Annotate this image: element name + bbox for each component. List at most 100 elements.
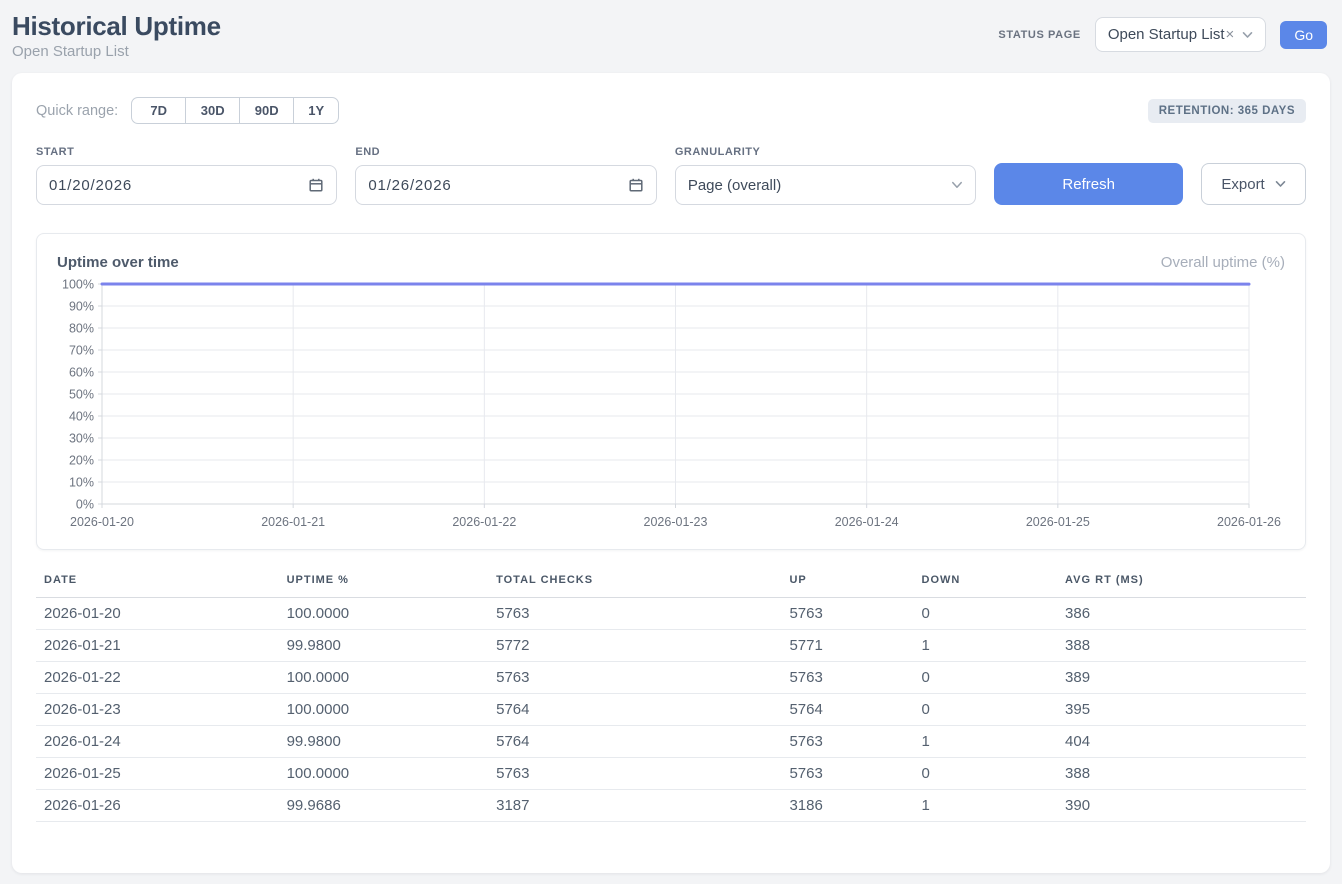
table-cell: 2026-01-21 bbox=[36, 630, 279, 662]
end-label: END bbox=[355, 146, 656, 158]
start-date-value: 01/20/2026 bbox=[49, 177, 132, 194]
quick-range-1y-button[interactable]: 1Y bbox=[293, 97, 339, 124]
table-cell: 388 bbox=[1057, 758, 1306, 790]
column-header-uptime: UPTIME % bbox=[279, 566, 489, 598]
svg-text:60%: 60% bbox=[69, 366, 94, 380]
table-cell: 5771 bbox=[781, 630, 913, 662]
svg-text:20%: 20% bbox=[69, 454, 94, 468]
column-header-avg-rt: AVG RT (MS) bbox=[1057, 566, 1306, 598]
table-cell: 2026-01-24 bbox=[36, 726, 279, 758]
chevron-down-icon bbox=[951, 181, 963, 189]
table-row: 2026-01-25100.0000576357630388 bbox=[36, 758, 1306, 790]
table-row: 2026-01-2499.9800576457631404 bbox=[36, 726, 1306, 758]
chevron-down-icon bbox=[1242, 31, 1253, 39]
table-row: 2026-01-23100.0000576457640395 bbox=[36, 694, 1306, 726]
calendar-icon[interactable] bbox=[628, 177, 644, 193]
table-cell: 5764 bbox=[488, 694, 781, 726]
svg-text:2026-01-23: 2026-01-23 bbox=[644, 515, 708, 529]
chevron-down-icon bbox=[1275, 180, 1286, 188]
chart-header: Uptime over time Overall uptime (%) bbox=[57, 254, 1285, 271]
svg-text:2026-01-26: 2026-01-26 bbox=[1217, 515, 1281, 529]
table-cell: 5763 bbox=[488, 662, 781, 694]
status-page-label: STATUS PAGE bbox=[998, 29, 1080, 41]
table-cell: 1 bbox=[914, 630, 1058, 662]
svg-text:2026-01-21: 2026-01-21 bbox=[261, 515, 325, 529]
toolbar-row: Quick range: 7D 30D 90D 1Y RETENTION: 36… bbox=[36, 97, 1306, 124]
start-label: START bbox=[36, 146, 337, 158]
quick-range-30d-button[interactable]: 30D bbox=[185, 97, 239, 124]
table-cell: 99.9686 bbox=[279, 790, 489, 822]
table-cell: 2026-01-25 bbox=[36, 758, 279, 790]
end-date-field: END 01/26/2026 bbox=[355, 146, 656, 205]
table-cell: 5772 bbox=[488, 630, 781, 662]
svg-text:90%: 90% bbox=[69, 300, 94, 314]
table-cell: 0 bbox=[914, 598, 1058, 630]
quick-range-group: 7D 30D 90D 1Y bbox=[131, 97, 339, 124]
svg-text:2026-01-24: 2026-01-24 bbox=[835, 515, 899, 529]
granularity-label: GRANULARITY bbox=[675, 146, 976, 158]
quick-range-90d-button[interactable]: 90D bbox=[239, 97, 293, 124]
calendar-icon[interactable] bbox=[308, 177, 324, 193]
uptime-line-chart: 0%10%20%30%40%50%60%70%80%90%100%2026-01… bbox=[57, 277, 1285, 535]
table-cell: 100.0000 bbox=[279, 598, 489, 630]
table-cell: 5763 bbox=[488, 758, 781, 790]
quick-range-label: Quick range: bbox=[36, 103, 118, 119]
table-cell: 386 bbox=[1057, 598, 1306, 630]
table-cell: 2026-01-23 bbox=[36, 694, 279, 726]
uptime-table: DATE UPTIME % TOTAL CHECKS UP DOWN AVG R… bbox=[36, 566, 1306, 822]
svg-text:30%: 30% bbox=[69, 432, 94, 446]
table-cell: 1 bbox=[914, 726, 1058, 758]
start-date-input[interactable]: 01/20/2026 bbox=[36, 165, 337, 205]
column-header-down: DOWN bbox=[914, 566, 1058, 598]
status-page-select[interactable]: Open Startup List × bbox=[1095, 17, 1267, 52]
table-cell: 100.0000 bbox=[279, 694, 489, 726]
svg-text:2026-01-25: 2026-01-25 bbox=[1026, 515, 1090, 529]
quick-range-section: Quick range: 7D 30D 90D 1Y bbox=[36, 97, 339, 124]
export-button-label: Export bbox=[1221, 176, 1264, 193]
end-date-value: 01/26/2026 bbox=[368, 177, 451, 194]
svg-text:2026-01-22: 2026-01-22 bbox=[452, 515, 516, 529]
table-cell: 5764 bbox=[781, 694, 913, 726]
table-cell: 0 bbox=[914, 694, 1058, 726]
granularity-selected-value: Page (overall) bbox=[688, 177, 781, 194]
table-row: 2026-01-2199.9800577257711388 bbox=[36, 630, 1306, 662]
quick-range-7d-button[interactable]: 7D bbox=[131, 97, 185, 124]
page-header: Historical Uptime Open Startup List STAT… bbox=[0, 0, 1342, 73]
table-cell: 5763 bbox=[781, 758, 913, 790]
table-cell: 100.0000 bbox=[279, 758, 489, 790]
table-cell: 2026-01-20 bbox=[36, 598, 279, 630]
start-date-field: START 01/20/2026 bbox=[36, 146, 337, 205]
table-cell: 99.9800 bbox=[279, 630, 489, 662]
go-button[interactable]: Go bbox=[1280, 21, 1327, 49]
table-cell: 5764 bbox=[488, 726, 781, 758]
chart-title: Uptime over time bbox=[57, 254, 179, 271]
svg-text:10%: 10% bbox=[69, 476, 94, 490]
table-cell: 390 bbox=[1057, 790, 1306, 822]
granularity-field: GRANULARITY Page (overall) bbox=[675, 146, 976, 205]
chart-legend: Overall uptime (%) bbox=[1161, 254, 1285, 271]
table-cell: 5763 bbox=[781, 726, 913, 758]
main-panel: Quick range: 7D 30D 90D 1Y RETENTION: 36… bbox=[12, 73, 1330, 873]
table-row: 2026-01-2699.9686318731861390 bbox=[36, 790, 1306, 822]
end-date-input[interactable]: 01/26/2026 bbox=[355, 165, 656, 205]
column-header-date: DATE bbox=[36, 566, 279, 598]
export-button[interactable]: Export bbox=[1201, 163, 1306, 205]
page-subtitle: Open Startup List bbox=[12, 43, 221, 61]
uptime-chart-card: Uptime over time Overall uptime (%) 0%10… bbox=[36, 233, 1306, 550]
clear-selection-icon[interactable]: × bbox=[1226, 26, 1235, 43]
table-cell: 3187 bbox=[488, 790, 781, 822]
table-cell: 5763 bbox=[781, 598, 913, 630]
filters-row: START 01/20/2026 END 01/26/2026 GRANULAR… bbox=[36, 146, 1306, 205]
svg-text:100%: 100% bbox=[62, 278, 94, 292]
table-cell: 3186 bbox=[781, 790, 913, 822]
table-cell: 404 bbox=[1057, 726, 1306, 758]
svg-text:80%: 80% bbox=[69, 322, 94, 336]
refresh-button[interactable]: Refresh bbox=[994, 163, 1183, 205]
table-body: 2026-01-20100.00005763576303862026-01-21… bbox=[36, 598, 1306, 822]
granularity-select[interactable]: Page (overall) bbox=[675, 165, 976, 205]
table-cell: 389 bbox=[1057, 662, 1306, 694]
table-cell: 388 bbox=[1057, 630, 1306, 662]
svg-text:50%: 50% bbox=[69, 388, 94, 402]
status-page-controls: STATUS PAGE Open Startup List × Go bbox=[998, 17, 1327, 52]
table-cell: 100.0000 bbox=[279, 662, 489, 694]
